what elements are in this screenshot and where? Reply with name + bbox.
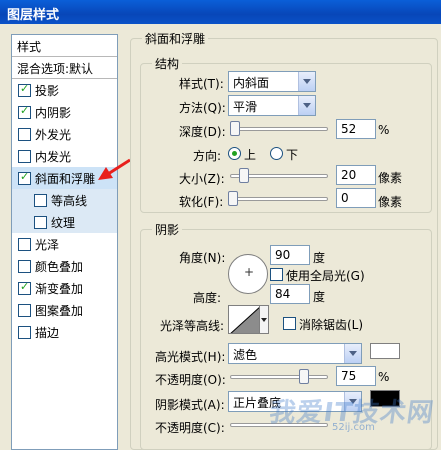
- red-arrow-icon: [98, 158, 131, 180]
- blend-options-item[interactable]: 混合选项:默认: [12, 57, 117, 79]
- style-item-checkbox[interactable]: [18, 325, 31, 339]
- style-item-label: 渐变叠加: [35, 281, 84, 296]
- style-item-checkbox[interactable]: [18, 170, 31, 185]
- style-item-label: 等高线: [51, 193, 88, 208]
- technique-select-value: 平滑: [233, 100, 258, 114]
- soften-slider-thumb[interactable]: [228, 191, 238, 206]
- style-item-7[interactable]: 光泽: [12, 233, 117, 255]
- style-item-checkbox[interactable]: [18, 127, 31, 141]
- soften-slider[interactable]: [230, 197, 328, 201]
- style-item-1[interactable]: 内阴影: [12, 101, 117, 123]
- global-light-checkbox[interactable]: [270, 268, 283, 281]
- altitude-unit: 度: [313, 290, 326, 304]
- highlight-opacity-input[interactable]: 75: [336, 366, 376, 386]
- chevron-down-icon: [344, 344, 361, 363]
- angle-dial[interactable]: [228, 254, 268, 294]
- size-label: 大小(Z):: [179, 172, 225, 186]
- style-item-6[interactable]: 纹理: [12, 211, 117, 233]
- depth-slider-thumb[interactable]: [230, 121, 240, 136]
- style-item-label: 斜面和浮雕: [35, 171, 96, 186]
- shading-title: 阴影: [152, 221, 183, 238]
- style-item-label: 纹理: [51, 215, 76, 230]
- style-item-label: 外发光: [35, 127, 72, 142]
- style-item-9[interactable]: 渐变叠加: [12, 277, 117, 299]
- angle-label: 角度(N):: [179, 251, 226, 265]
- highlight-opacity-thumb[interactable]: [299, 369, 309, 384]
- style-item-label: 投影: [35, 83, 60, 98]
- style-item-checkbox[interactable]: [34, 193, 47, 207]
- style-item-checkbox[interactable]: [18, 303, 31, 317]
- style-list: 样式 混合选项:默认 投影内阴影外发光内发光斜面和浮雕等高线纹理光泽颜色叠加渐变…: [11, 34, 118, 450]
- style-item-label: 颜色叠加: [35, 259, 84, 274]
- depth-input[interactable]: 52: [336, 119, 376, 139]
- direction-down-radio[interactable]: [270, 147, 283, 160]
- style-item-label: 光泽: [35, 237, 60, 252]
- highlight-color-swatch[interactable]: [370, 343, 400, 359]
- technique-label: 方法(Q):: [179, 101, 226, 115]
- size-slider-thumb[interactable]: [239, 168, 249, 183]
- style-item-checkbox[interactable]: [18, 104, 31, 119]
- style-item-checkbox[interactable]: [18, 259, 31, 273]
- style-list-header[interactable]: 样式: [12, 35, 117, 57]
- structure-title: 结构: [152, 55, 183, 72]
- style-item-checkbox[interactable]: [18, 237, 31, 251]
- antialias-label: 消除锯齿(L): [299, 318, 364, 332]
- size-unit: 像素: [378, 171, 403, 185]
- contour-curve-icon: [230, 307, 259, 333]
- highlight-mode-select[interactable]: 滤色: [228, 343, 362, 364]
- angle-unit: 度: [313, 251, 326, 265]
- technique-select[interactable]: 平滑: [228, 95, 316, 116]
- altitude-label: 高度:: [193, 291, 222, 305]
- direction-label: 方向:: [193, 149, 222, 163]
- style-item-label: 描边: [35, 325, 60, 340]
- chevron-down-icon: [298, 96, 315, 115]
- size-input[interactable]: 20: [336, 165, 376, 185]
- style-item-0[interactable]: 投影: [12, 79, 117, 101]
- style-item-label: 图案叠加: [35, 303, 84, 318]
- direction-up-label: 上: [244, 148, 257, 162]
- depth-unit: %: [378, 123, 390, 137]
- depth-label: 深度(D):: [179, 125, 226, 139]
- style-item-11[interactable]: 描边: [12, 321, 117, 343]
- chevron-down-icon: [298, 72, 315, 91]
- style-item-checkbox[interactable]: [18, 280, 31, 295]
- style-select[interactable]: 内斜面: [228, 71, 316, 92]
- antialias-checkbox[interactable]: [283, 317, 296, 330]
- soften-label: 软化(F):: [179, 195, 224, 209]
- contour-dropdown[interactable]: [259, 305, 269, 334]
- style-item-label: 内阴影: [35, 105, 72, 120]
- depth-slider[interactable]: [230, 127, 328, 131]
- style-item-8[interactable]: 颜色叠加: [12, 255, 117, 277]
- style-label: 样式(T):: [179, 77, 224, 91]
- direction-down-label: 下: [286, 148, 299, 162]
- bevel-emboss-title: 斜面和浮雕: [142, 30, 209, 47]
- highlight-mode-value: 滤色: [233, 348, 258, 362]
- window-title: 图层样式: [7, 8, 60, 23]
- global-light-label: 使用全局光(G): [286, 269, 365, 283]
- highlight-opacity-label: 不透明度(O):: [155, 373, 226, 387]
- title-bar: 图层样式: [0, 0, 441, 24]
- highlight-opacity-unit: %: [378, 370, 390, 384]
- style-item-label: 内发光: [35, 149, 72, 164]
- gloss-contour-picker[interactable]: [228, 305, 260, 334]
- style-item-2[interactable]: 外发光: [12, 123, 117, 145]
- style-item-checkbox[interactable]: [34, 215, 47, 229]
- highlight-mode-label: 高光模式(H):: [155, 350, 226, 364]
- direction-up-radio[interactable]: [228, 147, 241, 160]
- style-item-checkbox[interactable]: [18, 82, 31, 97]
- soften-input[interactable]: 0: [336, 188, 376, 208]
- gloss-contour-label: 光泽等高线:: [160, 319, 225, 333]
- highlight-opacity-slider[interactable]: [230, 375, 328, 379]
- style-item-checkbox[interactable]: [18, 149, 31, 163]
- angle-input[interactable]: 90: [270, 245, 310, 265]
- style-item-5[interactable]: 等高线: [12, 189, 117, 211]
- shadow-opacity-label: 不透明度(C):: [155, 421, 225, 435]
- altitude-input[interactable]: 84: [270, 284, 310, 304]
- soften-unit: 像素: [378, 195, 403, 209]
- shadow-mode-label: 阴影模式(A):: [155, 398, 225, 412]
- watermark-url: 52ij.com: [332, 422, 375, 433]
- style-item-10[interactable]: 图案叠加: [12, 299, 117, 321]
- style-select-value: 内斜面: [233, 76, 270, 90]
